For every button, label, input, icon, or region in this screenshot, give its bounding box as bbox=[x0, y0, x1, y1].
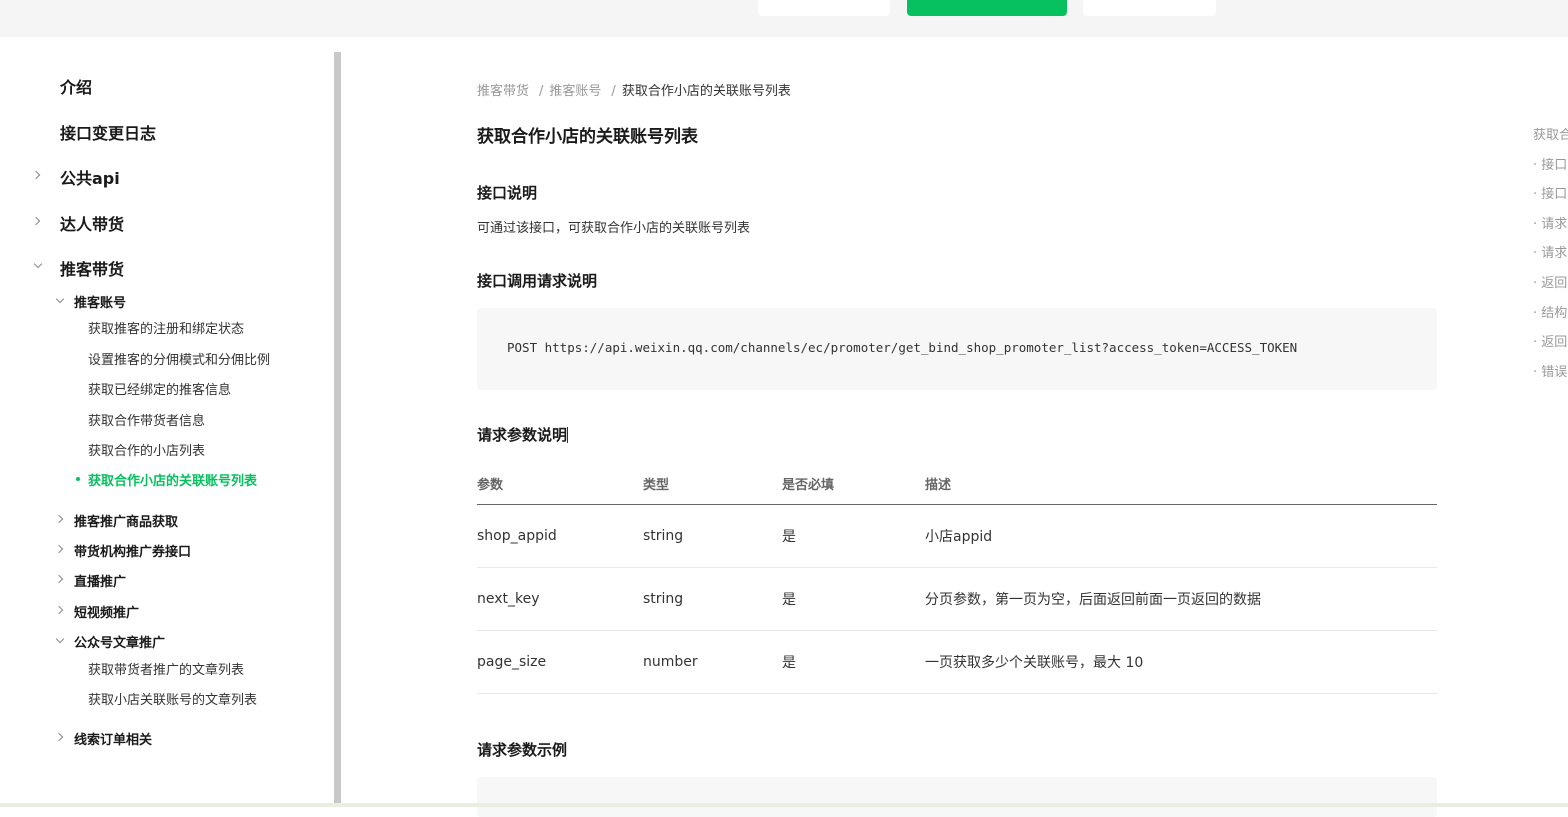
sidebar-item-partner-info[interactable]: 获取合作带货者信息 bbox=[88, 410, 334, 429]
text-caret bbox=[567, 427, 569, 443]
breadcrumb: 推客带货 / 推客账号 / 获取合作小店的关联账号列表 bbox=[477, 84, 791, 99]
table-header: 是否必填 bbox=[782, 464, 925, 505]
section-title-call: 接口调用请求说明 bbox=[477, 272, 598, 290]
chevron-right-icon[interactable] bbox=[54, 605, 64, 615]
table-cell: page_size bbox=[477, 630, 643, 694]
table-of-contents: 获取合 · 接口 · 接口 · 请求 · 请求 · 返回 · 结构 · 返回 ·… bbox=[1533, 0, 1568, 807]
params-table: 参数 类型 是否必填 描述 shop_appid string 是 小店appi… bbox=[477, 464, 1437, 694]
top-button-1[interactable] bbox=[758, 0, 890, 16]
table-cell: 分页参数，第一页为空，后面返回前面一页返回的数据 bbox=[925, 567, 1437, 631]
top-button-primary[interactable] bbox=[907, 0, 1067, 16]
bottom-divider bbox=[0, 803, 1568, 807]
sidebar-nav: 介绍 接口变更日志 公共api 达人带货 推客带货 推客账号 获取推客的注册和绑… bbox=[0, 52, 334, 807]
toc-item[interactable]: · 接口 bbox=[1533, 183, 1567, 202]
sidebar-item-live[interactable]: 直播推广 bbox=[74, 571, 334, 590]
sidebar-item-promoter[interactable]: 推客带货 bbox=[60, 256, 334, 280]
sidebar-item-bind-shop-promoter[interactable]: 获取合作小店的关联账号列表 bbox=[88, 470, 334, 489]
page-title: 获取合作小店的关联账号列表 bbox=[477, 127, 698, 147]
table-header: 参数 bbox=[477, 464, 643, 505]
active-dot-icon bbox=[76, 477, 80, 481]
sidebar-item-lead-orders[interactable]: 线索订单相关 bbox=[74, 729, 334, 748]
sidebar-item-article-list[interactable]: 获取带货者推广的文章列表 bbox=[88, 659, 334, 678]
sidebar-item-product-fetch[interactable]: 推客推广商品获取 bbox=[74, 511, 334, 530]
table-header: 描述 bbox=[925, 464, 1437, 505]
section-title-desc: 接口说明 bbox=[477, 184, 538, 202]
sidebar-item-shop-list[interactable]: 获取合作的小店列表 bbox=[88, 440, 334, 459]
toc-item[interactable]: · 请求 bbox=[1533, 242, 1567, 261]
example-code-block bbox=[477, 777, 1437, 817]
sidebar-item-article[interactable]: 公众号文章推广 bbox=[74, 632, 334, 651]
request-code-block: POST https://api.weixin.qq.com/channels/… bbox=[477, 308, 1437, 390]
breadcrumb-item[interactable]: 推客账号 bbox=[549, 84, 601, 99]
chevron-down-icon[interactable] bbox=[33, 259, 43, 269]
sidebar-item-commission[interactable]: 设置推客的分佣模式和分佣比例 bbox=[88, 349, 334, 368]
sidebar-item-public-api[interactable]: 公共api bbox=[60, 165, 334, 189]
table-header: 类型 bbox=[643, 464, 782, 505]
chevron-right-icon[interactable] bbox=[31, 170, 41, 180]
desc-text: 可通过该接口，可获取合作小店的关联账号列表 bbox=[477, 221, 751, 236]
chevron-right-icon[interactable] bbox=[54, 732, 64, 742]
request-url: POST https://api.weixin.qq.com/channels/… bbox=[507, 340, 1298, 355]
table-header-row: 参数 类型 是否必填 描述 bbox=[477, 464, 1437, 505]
table-cell: 是 bbox=[782, 504, 925, 568]
breadcrumb-item[interactable]: 推客带货 bbox=[477, 84, 529, 99]
toc-item[interactable]: · 错误 bbox=[1533, 361, 1567, 380]
table-cell: string bbox=[643, 504, 782, 568]
main-content: 推客带货 / 推客账号 / 获取合作小店的关联账号列表 获取合作小店的关联账号列表 接口… bbox=[477, 52, 1437, 817]
sidebar-item-promoter-account[interactable]: 推客账号 bbox=[74, 292, 334, 311]
sidebar-item-register-status[interactable]: 获取推客的注册和绑定状态 bbox=[88, 318, 334, 337]
chevron-right-icon[interactable] bbox=[54, 514, 64, 524]
table-cell: string bbox=[643, 567, 782, 631]
sidebar-item-talent[interactable]: 达人带货 bbox=[60, 211, 334, 235]
breadcrumb-current: 获取合作小店的关联账号列表 bbox=[621, 84, 791, 99]
chevron-right-icon[interactable] bbox=[54, 544, 64, 554]
table-cell: shop_appid bbox=[477, 504, 643, 568]
table-row: next_key string 是 分页参数，第一页为空，后面返回前面一页返回的… bbox=[477, 567, 1437, 631]
toc-item[interactable]: · 返回 bbox=[1533, 331, 1567, 350]
toc-item[interactable]: · 结构 bbox=[1533, 302, 1567, 321]
toc-item[interactable]: 获取合 bbox=[1533, 124, 1568, 143]
table-cell: number bbox=[643, 630, 782, 694]
table-cell: 小店appid bbox=[925, 504, 1437, 568]
toc-item[interactable]: · 请求 bbox=[1533, 213, 1567, 232]
table-cell: next_key bbox=[477, 567, 643, 631]
table-row: page_size number 是 一页获取多少个关联账号，最大 10 bbox=[477, 630, 1437, 694]
sidebar-item-shop-article-list[interactable]: 获取小店关联账号的文章列表 bbox=[88, 689, 334, 708]
table-cell: 是 bbox=[782, 630, 925, 694]
sidebar-item-coupon[interactable]: 带货机构推广券接口 bbox=[74, 541, 334, 560]
sidebar-item-short-video[interactable]: 短视频推广 bbox=[74, 602, 334, 621]
chevron-right-icon[interactable] bbox=[31, 216, 41, 226]
table-row: shop_appid string 是 小店appid bbox=[477, 504, 1437, 568]
sidebar-item-bound-info[interactable]: 获取已经绑定的推客信息 bbox=[88, 379, 334, 398]
sidebar-scrollbar[interactable] bbox=[334, 52, 341, 807]
toc-item[interactable]: · 接口 bbox=[1533, 154, 1567, 173]
top-button-3[interactable] bbox=[1083, 0, 1216, 16]
section-title-example: 请求参数示例 bbox=[477, 741, 568, 759]
table-cell: 是 bbox=[782, 567, 925, 631]
chevron-right-icon[interactable] bbox=[54, 574, 64, 584]
toc-item[interactable]: · 返回 bbox=[1533, 272, 1567, 291]
sidebar-item-changelog[interactable]: 接口变更日志 bbox=[60, 120, 334, 144]
chevron-down-icon[interactable] bbox=[55, 294, 65, 304]
sidebar-item-intro[interactable]: 介绍 bbox=[60, 74, 334, 98]
chevron-down-icon[interactable] bbox=[55, 634, 65, 644]
table-cell: 一页获取多少个关联账号，最大 10 bbox=[925, 630, 1437, 694]
section-title-params: 请求参数说明 bbox=[477, 426, 569, 444]
top-bar bbox=[0, 0, 1568, 37]
